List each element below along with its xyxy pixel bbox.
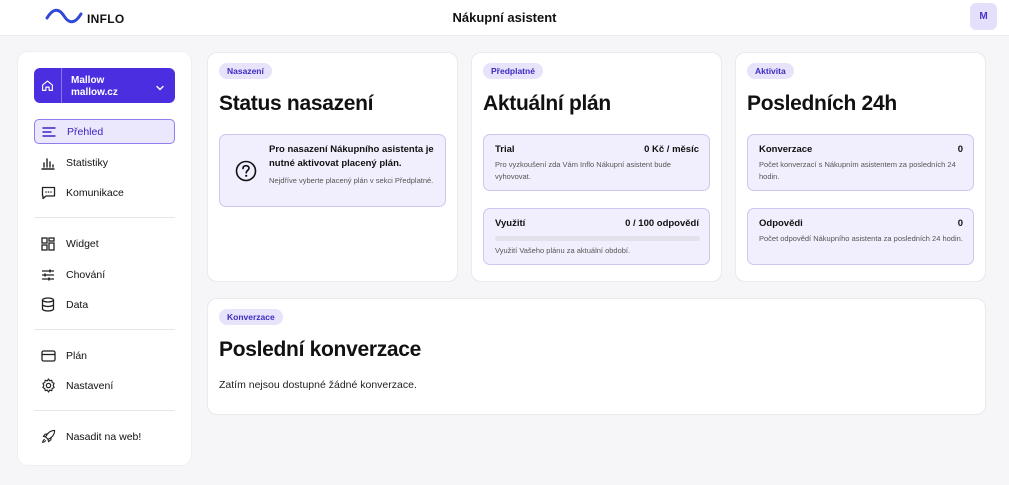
rocket-icon (40, 429, 56, 445)
sidebar-item-label: Chování (66, 268, 106, 281)
notice-description: Nejdříve vyberte placený plán v sekci Př… (269, 176, 434, 185)
conversions-empty-text: Zatím nejsou dostupné žádné konverzace. (219, 379, 417, 391)
deployment-card: Nasazení Status nasazení Pro nasazení Ná… (207, 52, 458, 282)
plan-badge: Předplatné (483, 63, 543, 79)
plan-card: Předplatné Aktuální plán Trial 0 Kč / mě… (471, 52, 722, 282)
sidebar-item-deploy[interactable]: Nasadit na web! (34, 424, 175, 449)
sidebar-item-label: Data (66, 298, 89, 311)
recent-conversions-card: Konverzace Poslední konverzace Zatím nej… (207, 298, 986, 415)
sidebar-item-label: Widget (66, 237, 99, 250)
usage-value: 0 / 100 odpovědí (625, 218, 699, 229)
top-bar: INFLO Nákupní asistent M (0, 0, 1009, 36)
sidebar-item-label: Statistiky (66, 156, 109, 169)
deployment-badge: Nasazení (219, 63, 272, 79)
answers-stat-description: Počet odpovědí Nákupního asistenta za po… (759, 234, 963, 243)
sidebar-item-label: Komunikace (66, 186, 124, 199)
plan-title: Aktuální plán (483, 92, 611, 115)
notice-title: Pro nasazení Nákupního asistenta je nutn… (269, 144, 434, 169)
sidebar-item-nastaveni[interactable]: Nastavení (34, 373, 175, 398)
sidebar-item-label: Nasadit na web! (66, 430, 142, 443)
conversions-stat-description: Počet konverzací s Nákupním asistentem z… (759, 160, 956, 181)
menu-lines-icon (41, 124, 57, 140)
answers-stat-value: 0 (957, 218, 963, 229)
sliders-icon (40, 267, 56, 283)
conversions-badge: Konverzace (219, 309, 283, 325)
divider (34, 217, 175, 218)
answers-stat-box: Odpovědi 0 Počet odpovědí Nákupního asis… (747, 208, 974, 265)
database-icon (40, 297, 56, 313)
sidebar-item-label: Nastavení (66, 379, 114, 392)
sidebar-item-plan[interactable]: Plán (34, 343, 175, 368)
usage-progress-bar (495, 236, 700, 241)
trial-description: Pro vyzkoušení zda Vám Inflo Nákupní asi… (495, 160, 671, 181)
divider (34, 329, 175, 330)
credit-card-icon (40, 348, 56, 364)
sidebar-item-prehled[interactable]: Přehled (34, 119, 175, 144)
usage-label: Využití (495, 218, 526, 229)
widget-icon (40, 236, 56, 252)
chat-icon (40, 185, 56, 201)
usage-box: Využití 0 / 100 odpovědí Využití Vašeho … (483, 208, 710, 265)
conversions-stat-value: 0 (957, 144, 963, 155)
trial-price: 0 Kč / měsíc (644, 144, 699, 155)
home-icon (34, 68, 62, 103)
account-name: Mallow (71, 75, 105, 86)
activity-title: Posledních 24h (747, 92, 897, 115)
sidebar: Mallow mallow.cz Přehled Statistiky Komu… (18, 52, 191, 465)
conversions-title: Poslední konverzace (219, 338, 422, 361)
divider (34, 410, 175, 411)
deployment-notice: Pro nasazení Nákupního asistenta je nutn… (219, 134, 446, 207)
sidebar-item-label: Plán (66, 349, 88, 362)
account-switcher[interactable]: Mallow mallow.cz (34, 68, 175, 103)
sidebar-item-widget[interactable]: Widget (34, 231, 175, 256)
account-domain: mallow.cz (71, 87, 118, 98)
question-icon (235, 160, 257, 187)
deployment-title: Status nasazení (219, 92, 374, 115)
chevron-down-icon (155, 80, 165, 98)
trial-box: Trial 0 Kč / měsíc Pro vyzkoušení zda Vá… (483, 134, 710, 191)
activity-badge: Aktivita (747, 63, 794, 79)
sidebar-item-statistiky[interactable]: Statistiky (34, 150, 175, 175)
sidebar-item-komunikace[interactable]: Komunikace (34, 180, 175, 205)
bar-chart-icon (40, 155, 56, 171)
sidebar-item-chovani[interactable]: Chování (34, 262, 175, 287)
activity-card: Aktivita Posledních 24h Konverzace 0 Poč… (735, 52, 986, 282)
sidebar-item-label: Přehled (67, 125, 104, 138)
page-title: Nákupní asistent (452, 10, 557, 25)
sidebar-item-data[interactable]: Data (34, 292, 175, 317)
gear-icon (40, 378, 56, 394)
trial-label: Trial (495, 144, 515, 155)
usage-description: Využití Vašeho plánu za aktuální období. (495, 246, 631, 255)
answers-stat-label: Odpovědi (759, 218, 803, 229)
conversions-stat-label: Konverzace (759, 144, 813, 155)
avatar[interactable]: M (970, 3, 997, 30)
conversions-stat-box: Konverzace 0 Počet konverzací s Nákupním… (747, 134, 974, 191)
